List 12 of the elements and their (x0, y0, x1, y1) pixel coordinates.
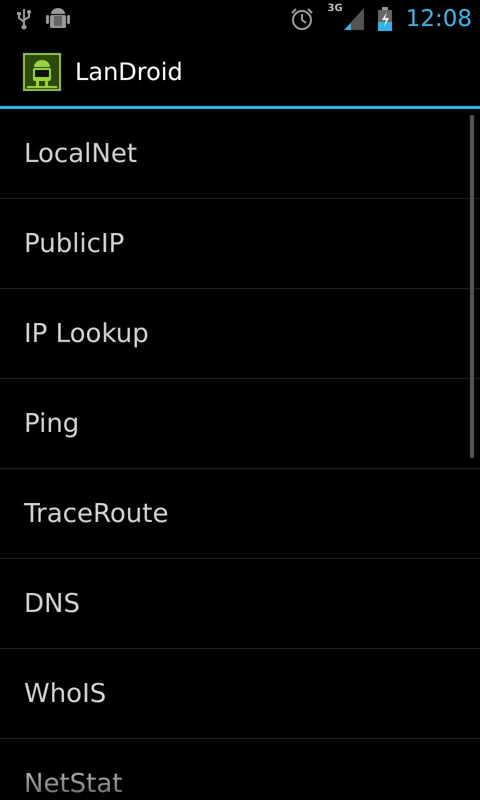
signal-icon (344, 8, 364, 30)
clock-time: 12:08 (406, 6, 472, 32)
menu-item[interactable]: NetStat (0, 739, 480, 800)
app-icon (23, 53, 61, 91)
app-title: LanDroid (75, 58, 183, 86)
battery-charging-icon (378, 7, 392, 31)
menu-item[interactable]: TraceRoute (0, 469, 480, 559)
menu-item[interactable]: WhoIS (0, 649, 480, 739)
menu-item[interactable]: DNS (0, 559, 480, 649)
network-type: 3G (328, 4, 343, 14)
alarm-icon (290, 7, 314, 31)
usb-icon (16, 8, 32, 30)
